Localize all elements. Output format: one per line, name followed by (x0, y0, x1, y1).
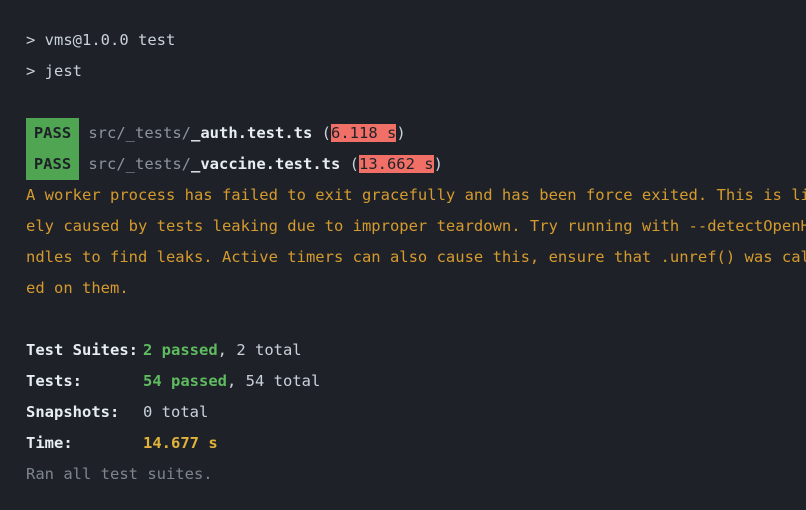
pass-badge: PASS (26, 149, 79, 180)
close-paren: ) (433, 155, 443, 173)
test-file-name: _vaccine.test.ts (191, 155, 341, 173)
test-result-row: PASS src/_tests/_vaccine.test.ts (13.662… (26, 149, 806, 180)
summary-label: Test Suites: (26, 341, 138, 359)
summary-snapshots: Snapshots: 0 total (26, 397, 806, 428)
tests-total: , 54 total (227, 372, 321, 390)
npm-script-line: > vms@1.0.0 test (26, 31, 176, 49)
suites-total: , 2 total (217, 341, 302, 359)
slow-duration: 6.118 s (331, 124, 397, 142)
summary-label: Time: (26, 434, 73, 452)
terminal-output: > vms@1.0.0 test > jest PASS src/_tests/… (0, 0, 806, 510)
open-paren: ( (312, 124, 331, 142)
test-file-name: _auth.test.ts (191, 124, 313, 142)
snapshots-value: 0 total (143, 403, 209, 421)
worker-warning-line: ed on them. (26, 279, 129, 297)
summary-test-suites: Test Suites: 2 passed, 2 total (26, 335, 806, 366)
summary-time: Time: 14.677 s (26, 428, 806, 459)
worker-warning-line: ely caused by tests leaking due to impro… (26, 217, 806, 235)
total-time: 14.677 s (143, 434, 218, 452)
suites-passed: 2 passed (143, 341, 218, 359)
tests-passed: 54 passed (143, 372, 227, 390)
worker-warning-line: A worker process has failed to exit grac… (26, 186, 806, 204)
worker-warning-line: ndles to find leaks. Active timers can a… (26, 248, 806, 266)
summary-tests: Tests: 54 passed, 54 total (26, 366, 806, 397)
summary-label: Snapshots: (26, 403, 120, 421)
summary-label: Tests: (26, 372, 82, 390)
test-result-row: PASS src/_tests/_auth.test.ts (6.118 s) (26, 118, 806, 149)
test-path-dir: src/_tests/ (88, 155, 191, 173)
footer-message: Ran all test suites. (26, 465, 213, 483)
command-line: > jest (26, 62, 82, 80)
slow-duration: 13.662 s (358, 155, 434, 173)
open-paren: ( (340, 155, 359, 173)
pass-badge: PASS (26, 118, 79, 149)
test-path-dir: src/_tests/ (88, 124, 191, 142)
close-paren: ) (396, 124, 406, 142)
